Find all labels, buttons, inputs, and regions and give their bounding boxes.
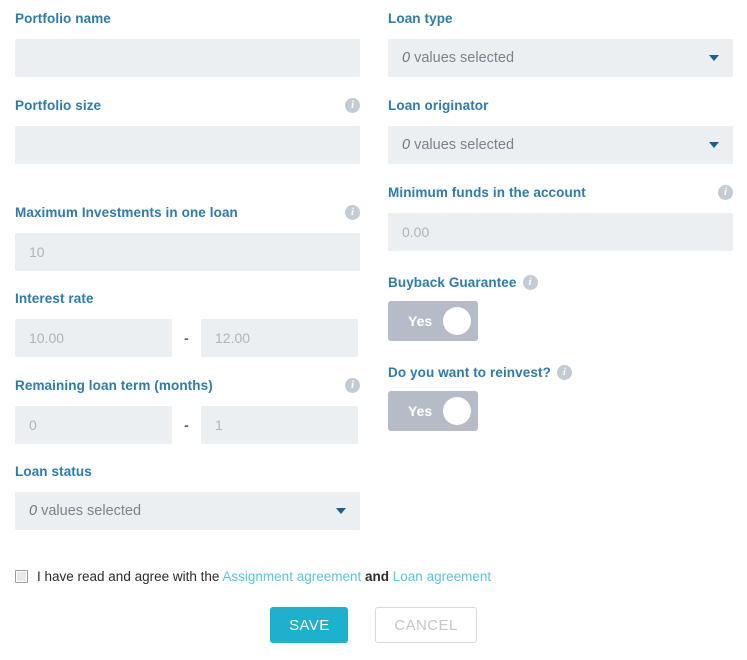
label-maximum-investments-in-one-loan: Maximum Investments in one loan [15, 204, 238, 220]
multiselect-loan-status-value: 0 values selected [29, 503, 141, 519]
agreement-text: I have read and agree with the Assignmen… [37, 569, 491, 584]
label-row-minimum-funds: Minimum funds in the account i [388, 182, 733, 202]
multiselect-loan-originator[interactable]: 0 values selected [388, 126, 733, 164]
portfolio-settings-form: Portfolio name Portfolio size i Maximum … [0, 0, 747, 660]
label-interest-rate: Interest rate [15, 290, 94, 306]
agreement-text-before: I have read and agree with the [37, 569, 220, 584]
input-portfolio-size[interactable] [15, 126, 360, 164]
save-button[interactable]: SAVE [270, 607, 349, 643]
multiselect-loan-originator-value: 0 values selected [402, 137, 514, 153]
field-portfolio-name: Portfolio name [15, 8, 360, 77]
label-row-do-you-want-to-reinvest: Do you want to reinvest? i [388, 362, 733, 382]
chevron-down-icon[interactable] [709, 55, 719, 61]
label-row-interest-rate: Interest rate [15, 288, 360, 308]
chevron-down-icon[interactable] [336, 508, 346, 514]
field-loan-type: Loan type 0 values selected [388, 8, 733, 77]
link-assignment-agreement[interactable]: Assignment agreement [222, 569, 361, 584]
label-row-loan-type: Loan type [388, 8, 733, 28]
chevron-down-icon[interactable] [709, 142, 719, 148]
toggle-buyback-guarantee-label: Yes [408, 313, 433, 329]
toggle-knob[interactable] [443, 397, 471, 425]
form-actions: SAVE CANCEL [0, 607, 747, 643]
info-icon[interactable]: i [345, 377, 360, 393]
label-loan-status: Loan status [15, 463, 92, 479]
range-interest-rate: - [15, 319, 360, 357]
agreement-text-between: and [365, 569, 390, 584]
input-portfolio-name[interactable] [15, 39, 360, 77]
selected-suffix: values selected [41, 503, 142, 519]
range-remaining-loan-term: - [15, 406, 360, 444]
label-loan-originator: Loan originator [388, 97, 489, 113]
field-loan-originator: Loan originator 0 values selected [388, 95, 733, 164]
link-loan-agreement[interactable]: Loan agreement [393, 569, 491, 584]
agreement-checkbox[interactable] [15, 570, 28, 583]
input-remaining-loan-term-to[interactable] [201, 406, 358, 444]
label-loan-type: Loan type [388, 10, 453, 26]
info-icon[interactable]: i [522, 274, 538, 290]
field-remaining-loan-term: Remaining loan term (months) i - [15, 375, 360, 444]
label-remaining-loan-term: Remaining loan term (months) [15, 377, 213, 393]
info-icon[interactable]: i [345, 97, 360, 113]
selected-count: 0 [402, 50, 411, 66]
input-maximum-investments-in-one-loan[interactable] [15, 233, 360, 271]
field-do-you-want-to-reinvest: Do you want to reinvest? i Yes [388, 362, 733, 431]
selected-suffix: values selected [414, 50, 515, 66]
field-loan-status: Loan status 0 values selected [15, 461, 360, 530]
cancel-button[interactable]: CANCEL [375, 607, 477, 643]
label-row-remaining-loan-term: Remaining loan term (months) i [15, 375, 360, 395]
info-icon[interactable]: i [718, 184, 733, 200]
label-do-you-want-to-reinvest: Do you want to reinvest? [388, 364, 551, 380]
field-portfolio-size: Portfolio size i [15, 95, 360, 164]
range-separator: - [184, 330, 189, 346]
label-buyback-guarantee: Buyback Guarantee [388, 274, 517, 290]
agreement-row: I have read and agree with the Assignmen… [15, 569, 491, 584]
selected-count: 0 [402, 137, 411, 153]
toggle-do-you-want-to-reinvest[interactable]: Yes [388, 391, 478, 431]
field-interest-rate: Interest rate - [15, 288, 360, 357]
label-row-buyback-guarantee: Buyback Guarantee i [388, 272, 733, 292]
multiselect-loan-type[interactable]: 0 values selected [388, 39, 733, 77]
label-portfolio-size: Portfolio size [15, 97, 102, 113]
range-separator: - [184, 417, 189, 433]
input-minimum-funds-in-the-account[interactable] [388, 213, 733, 251]
info-icon[interactable]: i [556, 364, 572, 380]
input-interest-rate-from[interactable] [15, 319, 172, 357]
toggle-buyback-guarantee[interactable]: Yes [388, 301, 478, 341]
info-icon[interactable]: i [345, 204, 360, 220]
toggle-do-you-want-to-reinvest-label: Yes [408, 403, 433, 419]
label-minimum-funds-in-the-account: Minimum funds in the account [388, 184, 586, 200]
multiselect-loan-type-value: 0 values selected [402, 50, 514, 66]
label-row-portfolio-size: Portfolio size i [15, 95, 360, 115]
label-row-loan-originator: Loan originator [388, 95, 733, 115]
selected-count: 0 [29, 503, 38, 519]
field-minimum-funds-in-the-account: Minimum funds in the account i [388, 182, 733, 251]
toggle-knob[interactable] [443, 307, 471, 335]
selected-suffix: values selected [414, 137, 515, 153]
label-row-portfolio-name: Portfolio name [15, 8, 360, 28]
label-portfolio-name: Portfolio name [15, 10, 111, 26]
label-row-loan-status: Loan status [15, 461, 360, 481]
field-maximum-investments-in-one-loan: Maximum Investments in one loan i [15, 202, 360, 271]
input-interest-rate-to[interactable] [201, 319, 358, 357]
input-remaining-loan-term-from[interactable] [15, 406, 172, 444]
multiselect-loan-status[interactable]: 0 values selected [15, 492, 360, 530]
label-row-maximum-investments: Maximum Investments in one loan i [15, 202, 360, 222]
field-buyback-guarantee: Buyback Guarantee i Yes [388, 272, 733, 341]
